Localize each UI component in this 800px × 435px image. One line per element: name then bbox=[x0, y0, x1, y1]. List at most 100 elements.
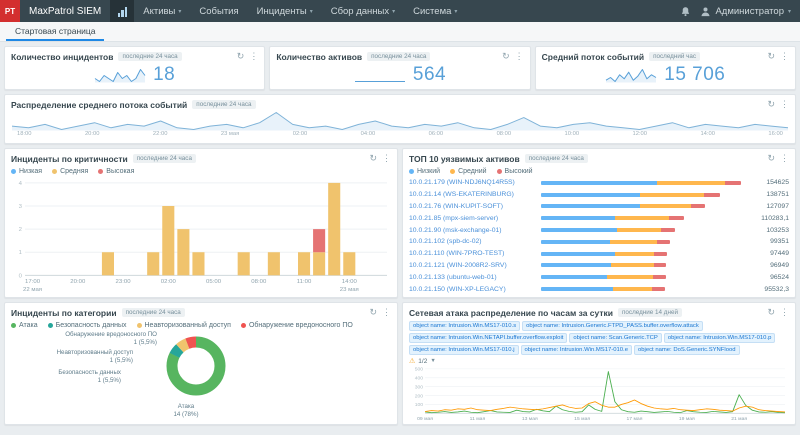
card-title: Распределение среднего потока событий bbox=[11, 99, 188, 110]
chevron-down-icon: ▾ bbox=[787, 8, 791, 15]
asset-link[interactable]: 10.0.21.76 (WIN-KUPIT-SOFT) bbox=[409, 203, 537, 210]
asset-link[interactable]: 10.0.21.150 (WIN-XP-LEGACY) bbox=[409, 286, 537, 293]
legend-item[interactable]: Низкий bbox=[409, 168, 440, 175]
period-badge: последние 24 часа bbox=[121, 308, 185, 317]
event-flow-sparkline bbox=[605, 68, 657, 82]
kebab-menu-icon[interactable]: ⋮ bbox=[780, 100, 789, 109]
legend-item[interactable]: Безопасность данных bbox=[47, 322, 127, 329]
asset-link[interactable]: 10.0.21.85 (mpx-siem-server) bbox=[409, 215, 537, 222]
svg-text:11 мая: 11 мая bbox=[470, 416, 486, 422]
legend-item[interactable]: Обнаружение вредоносного ПО bbox=[240, 322, 353, 329]
svg-text:500: 500 bbox=[415, 367, 424, 373]
filter-chip[interactable]: object name: Intrusion.Generic.FTPD_PASS… bbox=[522, 321, 703, 331]
chart-pager: ⚠ 1/2 ▼ bbox=[409, 356, 789, 366]
x-axis-label: 12:00 bbox=[632, 131, 647, 137]
svg-text:11:00: 11:00 bbox=[297, 279, 312, 285]
asset-link[interactable]: 10.0.21.102 (spb-dc-02) bbox=[409, 238, 537, 245]
asset-value: 95532,3 bbox=[764, 285, 789, 293]
card-incidents-by-criticality: Инциденты по критичности последние 24 ча… bbox=[4, 148, 398, 298]
svg-text:21 мая: 21 мая bbox=[731, 416, 747, 422]
categories-legend: Атака Безопасность данных Неавторизованный… bbox=[11, 319, 391, 331]
asset-value: 154625 bbox=[766, 179, 789, 187]
filter-chip[interactable]: object name: Intrusion.Win.MS17-010.s bbox=[409, 321, 521, 331]
x-axis-label: 16:00 bbox=[768, 131, 783, 137]
x-axis-label: 08:00 bbox=[496, 131, 512, 137]
nav-item-data-collection[interactable]: Сбор данных ▾ bbox=[322, 0, 404, 22]
svg-text:05:00: 05:00 bbox=[206, 279, 222, 285]
warning-icon[interactable]: ⚠ bbox=[409, 357, 415, 365]
refresh-icon[interactable]: ↻ bbox=[767, 154, 775, 163]
nav-item-assets[interactable]: Активы ▾ bbox=[134, 0, 190, 22]
card-title: Инциденты по критичности bbox=[11, 153, 128, 164]
filter-chip[interactable]: object name: Intrusion.Win.MS17-010.j bbox=[409, 345, 519, 355]
svg-text:15 мая: 15 мая bbox=[574, 416, 590, 422]
asset-link[interactable]: 10.0.21.90 (msk-exchange-01) bbox=[409, 227, 537, 234]
x-axis-label: 23 мая bbox=[220, 131, 240, 137]
asset-stacked-bar bbox=[541, 228, 741, 233]
page-indicator: 1/2 bbox=[418, 357, 428, 365]
filter-chip[interactable]: object name: Intrusion.Win.MS17-010.p bbox=[663, 333, 776, 343]
refresh-icon[interactable]: ↻ bbox=[237, 52, 245, 61]
bottom-row: Инциденты по категории последние 24 часа… bbox=[4, 302, 796, 425]
refresh-icon[interactable]: ↻ bbox=[767, 100, 775, 109]
legend-item[interactable]: Атака bbox=[11, 322, 38, 329]
nav-right: Администратор ▾ bbox=[680, 6, 800, 17]
refresh-icon[interactable]: ↻ bbox=[502, 52, 510, 61]
donut-label: Атака 14 (78%) bbox=[173, 403, 199, 419]
card-assets-count: Количество активов последние 24 часа ↻ ⋮… bbox=[269, 46, 531, 90]
donut-label: Безопасность данных 1 (5,5%) bbox=[58, 369, 121, 385]
svg-text:17 мая: 17 мая bbox=[627, 416, 643, 422]
asset-value: 96949 bbox=[770, 261, 789, 269]
asset-value: 138751 bbox=[766, 191, 789, 199]
legend-item[interactable]: Неавторизованный доступ bbox=[136, 322, 231, 329]
asset-stacked-bar bbox=[541, 275, 741, 280]
period-badge: последние 24 часа bbox=[524, 154, 588, 163]
asset-stacked-bar bbox=[541, 180, 741, 185]
svg-text:14:00: 14:00 bbox=[342, 279, 358, 285]
notifications-bell-icon[interactable] bbox=[680, 6, 691, 17]
table-row: 10.0.21.121 (WIN-2008R2-SRV) 96949 bbox=[409, 260, 789, 271]
legend-item[interactable]: Средний bbox=[450, 168, 487, 175]
user-menu[interactable]: Администратор ▾ bbox=[700, 6, 791, 17]
legend-item[interactable]: Высокая bbox=[98, 168, 134, 175]
refresh-icon[interactable]: ↻ bbox=[767, 52, 775, 61]
legend-item[interactable]: Низкая bbox=[11, 168, 42, 175]
flow-area-chart bbox=[11, 112, 789, 131]
filter-chip[interactable]: object name: Scan.Generic.TCP bbox=[569, 333, 662, 343]
kebab-menu-icon[interactable]: ⋮ bbox=[780, 154, 789, 163]
refresh-icon[interactable]: ↻ bbox=[369, 308, 377, 317]
table-row: 10.0.21.133 (ubuntu-web-01) 96524 bbox=[409, 272, 789, 283]
filter-chip[interactable]: object name: Intrusion.Win.MS17-010.e bbox=[520, 345, 632, 355]
kebab-menu-icon[interactable]: ⋮ bbox=[515, 52, 524, 61]
caret-down-icon[interactable]: ▼ bbox=[430, 358, 435, 364]
asset-link[interactable]: 10.0.21.133 (ubuntu-web-01) bbox=[409, 274, 537, 281]
filter-chip[interactable]: object name: DoS.Generic.SYNFlood bbox=[633, 345, 740, 355]
criticality-bar-chart: 0 1 2 3 4 17:00 22 мая 20:00 23:00 02:00 05:00 08:0… bbox=[19, 181, 387, 293]
kebab-menu-icon[interactable]: ⋮ bbox=[780, 308, 789, 317]
app-title: MaxPatrol SIEM bbox=[29, 5, 102, 17]
x-axis-label: 20:00 bbox=[84, 131, 100, 137]
card-title: Количество инцидентов bbox=[11, 51, 114, 62]
filter-chip[interactable]: object name: Intrusion.Win.NETAPI.buffer… bbox=[409, 333, 568, 343]
asset-link[interactable]: 10.0.21.110 (WIN-7PRO-TEST) bbox=[409, 250, 537, 257]
legend-item[interactable]: Средняя bbox=[52, 168, 88, 175]
svg-text:20:00: 20:00 bbox=[70, 279, 86, 285]
asset-link[interactable]: 10.0.21.14 (WS-EKATERINBURG) bbox=[409, 191, 537, 198]
nav-item-events[interactable]: События bbox=[190, 0, 247, 22]
refresh-icon[interactable]: ↻ bbox=[767, 308, 775, 317]
dashboard-icon[interactable] bbox=[110, 0, 135, 22]
kebab-menu-icon[interactable]: ⋮ bbox=[382, 308, 391, 317]
asset-link[interactable]: 10.0.21.121 (WIN-2008R2-SRV) bbox=[409, 262, 537, 269]
refresh-icon[interactable]: ↻ bbox=[369, 154, 377, 163]
kebab-menu-icon[interactable]: ⋮ bbox=[780, 52, 789, 61]
kebab-menu-icon[interactable]: ⋮ bbox=[382, 154, 391, 163]
nav-item-system[interactable]: Система ▾ bbox=[404, 0, 466, 22]
pt-logo[interactable]: PT bbox=[0, 0, 20, 22]
card-flow-distribution: Распределение среднего потока событий по… bbox=[4, 94, 796, 144]
kebab-menu-icon[interactable]: ⋮ bbox=[249, 52, 258, 61]
criticality-legend: Низкая Средняя Высокая bbox=[11, 165, 391, 177]
tab-start-page[interactable]: Стартовая страница bbox=[6, 22, 105, 41]
legend-item[interactable]: Высокий bbox=[496, 168, 533, 175]
asset-link[interactable]: 10.0.21.179 (WIN-NDJ6NQ14R5S) bbox=[409, 179, 537, 186]
nav-item-incidents[interactable]: Инциденты ▾ bbox=[248, 0, 322, 22]
